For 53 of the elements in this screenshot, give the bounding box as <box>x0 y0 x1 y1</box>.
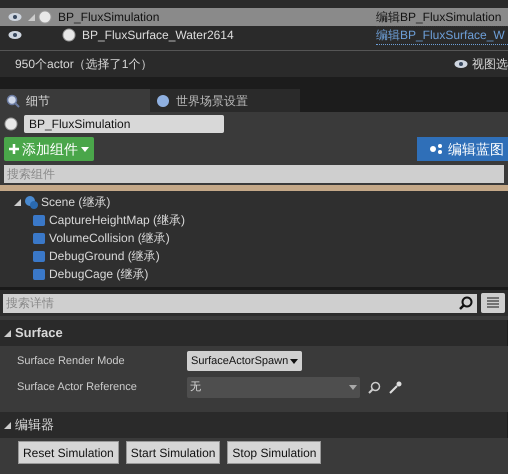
nodes-icon <box>429 143 443 155</box>
component-search-field[interactable]: 搜索组件 <box>4 165 504 183</box>
simulation-button[interactable]: Reset Simulation <box>18 441 119 464</box>
edit-blueprint-button[interactable]: 编辑蓝图 <box>417 137 508 161</box>
scene-icon <box>23 194 39 210</box>
magnifier-icon <box>6 94 20 108</box>
actor-count: 950个actor（选择了1个） <box>15 56 152 73</box>
panel-tab[interactable]: 细节 <box>0 89 150 112</box>
caret-icon <box>81 146 89 152</box>
component-item[interactable]: CaptureHeightMap (继承) <box>49 211 186 229</box>
eye-icon[interactable] <box>8 30 22 40</box>
component-item[interactable]: DebugGround (继承) <box>49 247 160 265</box>
actor-reference-dropdown[interactable]: 无 <box>187 376 360 398</box>
component-item[interactable]: DebugCage (继承) <box>49 265 148 283</box>
search-icon <box>459 296 473 310</box>
eye-icon[interactable] <box>8 12 22 22</box>
caret-icon <box>349 384 357 390</box>
grid-view-icon[interactable] <box>481 293 505 313</box>
details-search-field[interactable]: 搜索详情 <box>3 294 477 312</box>
plus-icon <box>9 144 19 154</box>
expanded-arrow-icon[interactable] <box>14 198 21 206</box>
actor-icon <box>38 10 52 24</box>
simulation-button[interactable]: Start Simulation <box>126 441 220 464</box>
globe-icon <box>156 94 170 108</box>
component-icon <box>32 249 46 263</box>
category-header[interactable]: Surface <box>0 320 508 346</box>
expanded-arrow-icon[interactable] <box>4 422 11 428</box>
actor-name-field[interactable]: BP_FluxSimulation <box>24 115 224 133</box>
panel-tab[interactable]: 世界场景设置 <box>150 89 300 112</box>
property-label: Surface Actor Reference <box>16 380 138 395</box>
actor-icon <box>62 28 76 42</box>
edit-blueprint-link[interactable]: 编辑BP_FluxSurface_W <box>376 26 508 44</box>
eye-icon[interactable] <box>454 59 468 69</box>
actor-icon <box>4 117 18 131</box>
simulation-button[interactable]: Stop Simulation <box>227 441 322 464</box>
actor-name: BP_FluxSimulation <box>58 9 160 26</box>
outliner-row[interactable]: BP_FluxSimulation 编辑BP_FluxSimulation <box>0 8 508 26</box>
view-options-button[interactable]: 视图选 <box>454 55 508 73</box>
search-icon[interactable] <box>368 380 381 394</box>
actor-name: BP_FluxSurface_Water2614 <box>82 27 234 44</box>
component-icon <box>32 213 46 227</box>
eyedropper-icon[interactable] <box>389 380 402 394</box>
component-item[interactable]: Scene (继承) <box>41 193 110 211</box>
property-label: Surface Render Mode <box>16 354 126 369</box>
component-icon <box>32 267 46 281</box>
component-icon <box>32 231 46 245</box>
category-header[interactable]: 编辑器 <box>0 412 508 438</box>
component-item[interactable]: VolumeCollision (继承) <box>49 229 170 247</box>
render-mode-dropdown[interactable]: SurfaceActorSpawn <box>187 351 302 371</box>
caret-icon <box>290 358 298 364</box>
edit-blueprint-link[interactable]: 编辑BP_FluxSimulation <box>376 8 508 26</box>
expanded-arrow-icon[interactable] <box>4 330 11 336</box>
outliner-row[interactable]: BP_FluxSurface_Water2614 编辑BP_FluxSurface_W <box>0 26 508 44</box>
